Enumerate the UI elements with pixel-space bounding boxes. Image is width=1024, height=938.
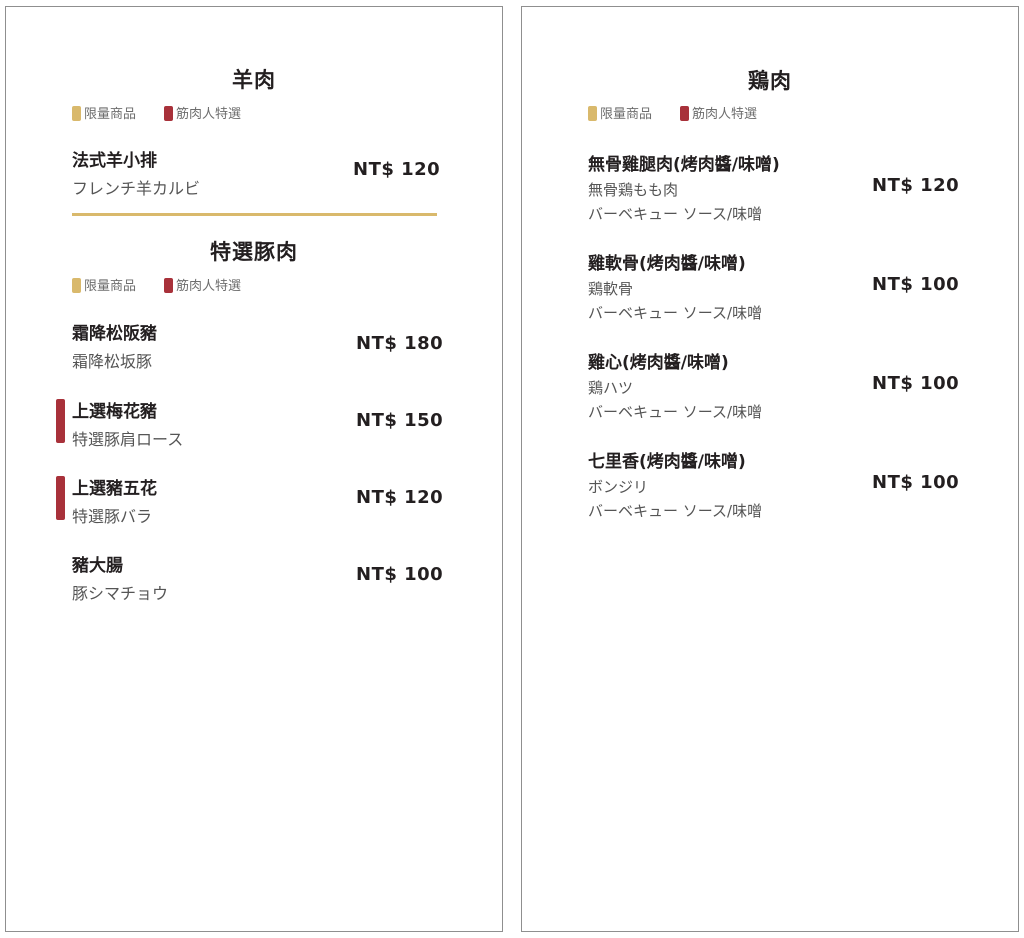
- legend-chicken: 限量商品 筋肉人特選: [588, 103, 785, 122]
- item-name: 上選梅花豬: [72, 402, 157, 422]
- legend-special: 筋肉人特選: [164, 275, 241, 294]
- item-name: 上選豬五花: [72, 479, 157, 499]
- red-swatch-icon: [680, 106, 690, 121]
- menu-panel-left: [5, 6, 503, 932]
- special-marker-icon: [56, 399, 65, 443]
- menu-item: 法式羊小排 フレンチ羊カルビ: [72, 146, 200, 199]
- item-price: NT$ 120: [872, 175, 960, 196]
- item-name: 無骨雞腿肉(烤肉醬/味噌): [588, 155, 780, 175]
- red-swatch-icon: [164, 278, 174, 293]
- item-price: NT$ 120: [353, 159, 441, 180]
- menu-item: 無骨雞腿肉(烤肉醬/味噌) 無骨鶏もも肉 バーベキュー ソース/味噌: [588, 150, 780, 224]
- section-title-pork: 特選豚肉: [210, 240, 298, 264]
- item-subname: 豚シマチョウ: [72, 584, 169, 603]
- legend-limited-label: 限量商品: [84, 107, 137, 122]
- section-divider: [72, 213, 437, 216]
- legend-limited: 限量商品: [588, 103, 652, 122]
- special-marker-icon: [56, 476, 65, 520]
- item-subname: 鶏軟骨: [588, 280, 634, 298]
- item-price: NT$ 120: [356, 487, 444, 508]
- menu-item: 雞心(烤肉醬/味噌) 鶏ハツ バーベキュー ソース/味噌: [588, 348, 762, 422]
- legend-pork: 限量商品 筋肉人特選: [72, 275, 269, 294]
- item-subname: 鶏ハツ: [588, 379, 634, 397]
- legend-special-label: 筋肉人特選: [176, 279, 242, 294]
- legend-limited-label: 限量商品: [600, 107, 653, 122]
- item-subname: 特選豚バラ: [72, 507, 153, 526]
- menu-item: 七里香(烤肉醬/味噌) ボンジリ バーベキュー ソース/味噌: [588, 447, 762, 521]
- item-sauce: バーベキュー ソース/味噌: [588, 403, 763, 421]
- item-sauce: バーベキュー ソース/味噌: [588, 304, 763, 322]
- item-sauce: バーベキュー ソース/味噌: [588, 205, 763, 223]
- gold-swatch-icon: [588, 106, 597, 121]
- menu-item: 上選豬五花 特選豚バラ: [72, 474, 157, 527]
- section-title-chicken: 鶏肉: [748, 69, 792, 93]
- item-price: NT$ 100: [872, 373, 960, 394]
- section-title-lamb: 羊肉: [232, 68, 276, 92]
- item-subname: 特選豚肩ロース: [72, 430, 184, 449]
- item-price: NT$ 100: [872, 472, 960, 493]
- red-swatch-icon: [164, 106, 174, 121]
- item-name: 霜降松阪豬: [72, 324, 157, 344]
- item-price: NT$ 100: [872, 274, 960, 295]
- item-price: NT$ 180: [356, 333, 444, 354]
- item-subname: ボンジリ: [588, 478, 649, 496]
- item-subname: 霜降松坂豚: [72, 352, 153, 371]
- item-subname: 無骨鶏もも肉: [588, 181, 679, 199]
- item-price: NT$ 150: [356, 410, 444, 431]
- gold-swatch-icon: [72, 106, 81, 121]
- gold-swatch-icon: [72, 278, 81, 293]
- legend-special: 筋肉人特選: [680, 103, 757, 122]
- item-subname: フレンチ羊カルビ: [72, 179, 201, 198]
- item-name: 法式羊小排: [72, 151, 157, 171]
- menu-item: 霜降松阪豬 霜降松坂豚: [72, 319, 157, 372]
- legend-limited-label: 限量商品: [84, 279, 137, 294]
- legend-limited: 限量商品: [72, 275, 136, 294]
- legend-lamb: 限量商品 筋肉人特選: [72, 103, 269, 122]
- item-name: 豬大腸: [72, 556, 123, 576]
- menu-item: 豬大腸 豚シマチョウ: [72, 551, 168, 604]
- menu-item: 上選梅花豬 特選豚肩ロース: [72, 397, 183, 450]
- legend-special: 筋肉人特選: [164, 103, 241, 122]
- item-price: NT$ 100: [356, 564, 444, 585]
- legend-limited: 限量商品: [72, 103, 136, 122]
- legend-special-label: 筋肉人特選: [692, 107, 758, 122]
- legend-special-label: 筋肉人特選: [176, 107, 242, 122]
- item-name: 雞軟骨(烤肉醬/味噌): [588, 254, 746, 274]
- item-sauce: バーベキュー ソース/味噌: [588, 502, 763, 520]
- item-name: 雞心(烤肉醬/味噌): [588, 353, 729, 373]
- menu-item: 雞軟骨(烤肉醬/味噌) 鶏軟骨 バーベキュー ソース/味噌: [588, 249, 762, 323]
- item-name: 七里香(烤肉醬/味噌): [588, 452, 746, 472]
